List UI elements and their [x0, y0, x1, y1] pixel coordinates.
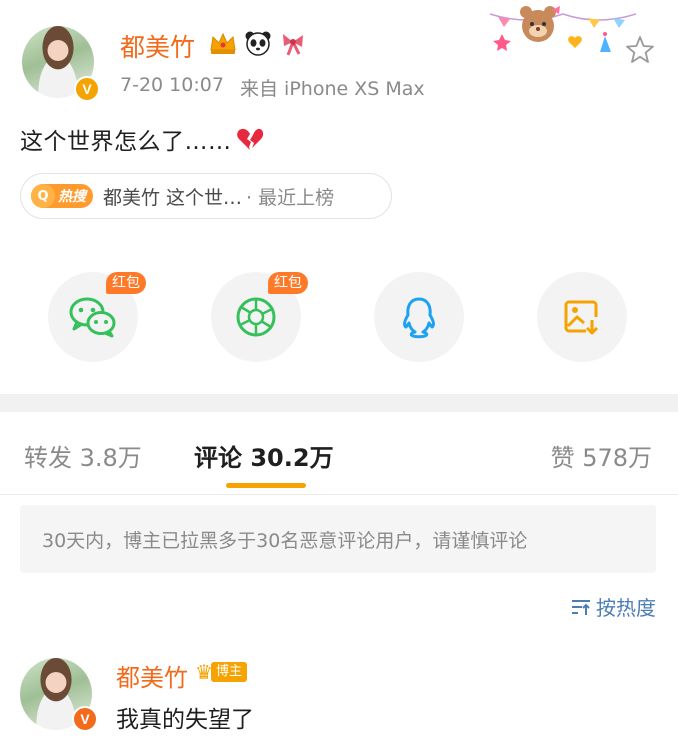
tabs-divider: [0, 494, 678, 495]
comment-username[interactable]: 都美竹: [116, 658, 188, 693]
avatar[interactable]: V: [22, 26, 100, 102]
comment-text: 我真的失望了: [116, 707, 254, 733]
sort-icon: [572, 599, 590, 615]
sort-label: 按热度: [596, 596, 656, 620]
broken-heart-icon: [236, 128, 263, 150]
hot-search-badge-label: 热搜: [58, 189, 86, 205]
tab-repost[interactable]: 转发 3.8万: [24, 438, 142, 473]
blogger-badge-label: 博主: [210, 662, 247, 682]
tab-like[interactable]: 赞 578万: [551, 438, 652, 473]
comment-notice: 30天内，博主已拉黑多于30名恶意评论用户，请谨慎评论: [20, 505, 656, 573]
panda-icon: [245, 31, 271, 56]
ribbon-icon: [283, 34, 303, 56]
sort-button[interactable]: 按热度: [570, 592, 656, 621]
comment-notice-text: 30天内，博主已拉黑多于30名恶意评论用户，请谨慎评论: [42, 529, 528, 552]
post-content: 这个世界怎么了……: [20, 122, 264, 156]
share-qq-button[interactable]: [374, 272, 464, 362]
tab-active-indicator: [226, 483, 306, 488]
hot-search-suffix: · 最近上榜: [246, 186, 335, 209]
post-source: 来自 iPhone XS Max: [240, 78, 425, 100]
save-image-icon: [564, 300, 599, 335]
star-icon[interactable]: [624, 34, 656, 66]
share-wechat-redpacket-badge: 红包: [106, 272, 146, 294]
wechat-icon: [69, 297, 116, 338]
post-time: 7-20 10:07: [120, 74, 224, 96]
crown-icon: [210, 32, 236, 54]
comment-verified-badge: V: [72, 706, 98, 732]
comment-avatar[interactable]: V: [20, 658, 98, 732]
hot-search-title: 都美竹 这个世…: [103, 186, 243, 209]
hot-search-badge: Q 热搜: [31, 184, 93, 208]
moments-icon: [236, 297, 276, 337]
share-moments-redpacket-badge: 红包: [268, 272, 308, 294]
post-username[interactable]: 都美竹: [120, 28, 195, 64]
search-icon: Q: [31, 184, 55, 208]
qq-icon: [403, 297, 435, 339]
tab-comment[interactable]: 评论 30.2万: [194, 438, 334, 473]
blogger-badge: ♛ 博主: [195, 660, 247, 684]
hot-search-link[interactable]: Q 热搜 都美竹 这个世… · 最近上榜: [20, 173, 392, 219]
section-divider: [0, 394, 678, 412]
share-save-image-button[interactable]: [537, 272, 627, 362]
post-text: 这个世界怎么了……: [20, 129, 232, 155]
decoration-banner-icon: [489, 6, 637, 52]
verified-badge: V: [74, 76, 100, 102]
